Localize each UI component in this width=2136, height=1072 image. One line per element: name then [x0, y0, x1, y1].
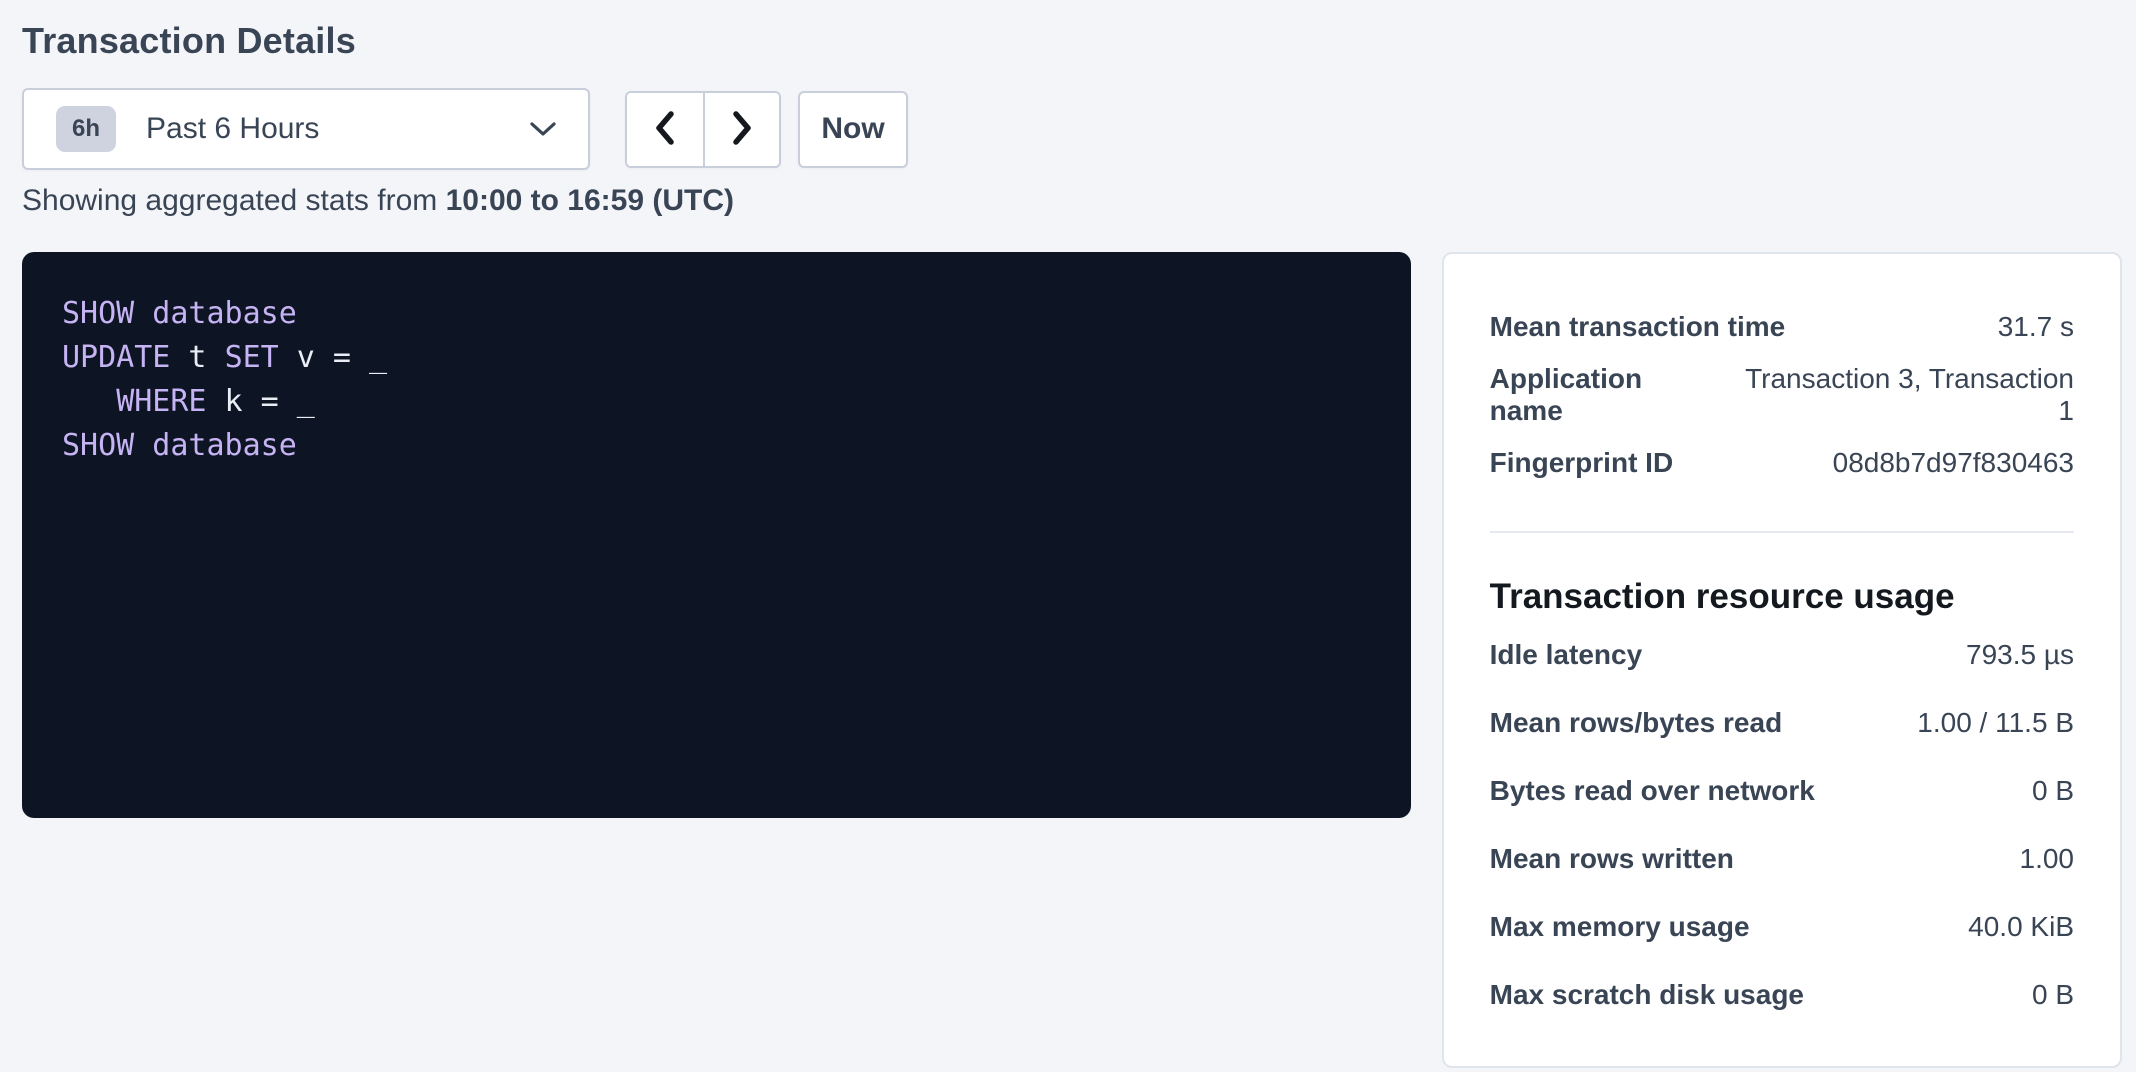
- time-pager: [625, 91, 781, 168]
- stat-value: 793.5 µs: [1966, 639, 2074, 671]
- stat-label: Mean transaction time: [1490, 311, 1786, 343]
- stat-label: Application name: [1490, 363, 1723, 427]
- caption-prefix: Showing aggregated stats from: [22, 184, 446, 217]
- sql-line: SHOW database: [62, 424, 1371, 468]
- stat-label: Mean rows/bytes read: [1490, 707, 1783, 739]
- stat-value: 31.7 s: [1998, 311, 2074, 343]
- time-range-caption: Showing aggregated stats from 10:00 to 1…: [22, 184, 2122, 218]
- stat-row: Max memory usage 40.0 KiB: [1490, 893, 2074, 961]
- stat-label: Mean rows written: [1490, 843, 1734, 875]
- time-toolbar: 6h Past 6 Hours: [22, 88, 2122, 170]
- stat-row: Mean rows/bytes read 1.00 / 11.5 B: [1490, 689, 2074, 757]
- stat-value: Transaction 3, Transaction 1: [1723, 363, 2075, 427]
- page-title: Transaction Details: [22, 20, 2122, 62]
- transaction-details-card: Mean transaction time 31.7 s Application…: [1442, 252, 2122, 1068]
- chevron-left-icon: [652, 109, 678, 150]
- now-button[interactable]: Now: [798, 91, 908, 168]
- stat-value: 08d8b7d97f830463: [1833, 447, 2074, 479]
- stat-value: 1.00 / 11.5 B: [1917, 707, 2074, 739]
- summary-rows: Mean transaction time 31.7 s Application…: [1490, 293, 2074, 497]
- sql-line: WHERE k = _: [62, 380, 1371, 424]
- main-content: SHOW databaseUPDATE t SET v = _ WHERE k …: [22, 252, 2122, 1068]
- stat-value: 0 B: [2032, 979, 2074, 1011]
- stat-value: 0 B: [2032, 775, 2074, 807]
- stat-row: Bytes read over network 0 B: [1490, 757, 2074, 825]
- stat-value: 40.0 KiB: [1968, 911, 2074, 943]
- stat-row: Mean rows written 1.00: [1490, 825, 2074, 893]
- time-range-badge: 6h: [56, 106, 116, 152]
- resource-rows: Idle latency 793.5 µs Mean rows/bytes re…: [1490, 621, 2074, 1029]
- sql-line: SHOW database: [62, 292, 1371, 336]
- stat-row: Fingerprint ID 08d8b7d97f830463: [1490, 429, 2074, 497]
- stat-label: Max memory usage: [1490, 911, 1750, 943]
- time-range-label: Past 6 Hours: [146, 112, 319, 146]
- sql-line: UPDATE t SET v = _: [62, 336, 1371, 380]
- resource-usage-heading: Transaction resource usage: [1490, 573, 2074, 621]
- time-range-dropdown[interactable]: 6h Past 6 Hours: [22, 88, 590, 170]
- stat-label: Fingerprint ID: [1490, 447, 1674, 479]
- stat-label: Bytes read over network: [1490, 775, 1815, 807]
- stat-row: Application name Transaction 3, Transact…: [1490, 361, 2074, 429]
- chevron-down-icon: [528, 120, 558, 138]
- next-time-button[interactable]: [703, 93, 779, 166]
- stat-label: Max scratch disk usage: [1490, 979, 1804, 1011]
- section-divider: [1490, 531, 2074, 533]
- stat-row: Idle latency 793.5 µs: [1490, 621, 2074, 689]
- stat-row: Max scratch disk usage 0 B: [1490, 961, 2074, 1029]
- caption-range: 10:00 to 16:59 (UTC): [446, 184, 734, 217]
- prev-time-button[interactable]: [627, 93, 703, 166]
- sql-statements-box: SHOW databaseUPDATE t SET v = _ WHERE k …: [22, 252, 1411, 818]
- chevron-right-icon: [729, 109, 755, 150]
- stat-value: 1.00: [2020, 843, 2075, 875]
- transaction-details-page: Transaction Details 6h Past 6 Hours: [0, 0, 2136, 1068]
- stat-row: Mean transaction time 31.7 s: [1490, 293, 2074, 361]
- stat-label: Idle latency: [1490, 639, 1643, 671]
